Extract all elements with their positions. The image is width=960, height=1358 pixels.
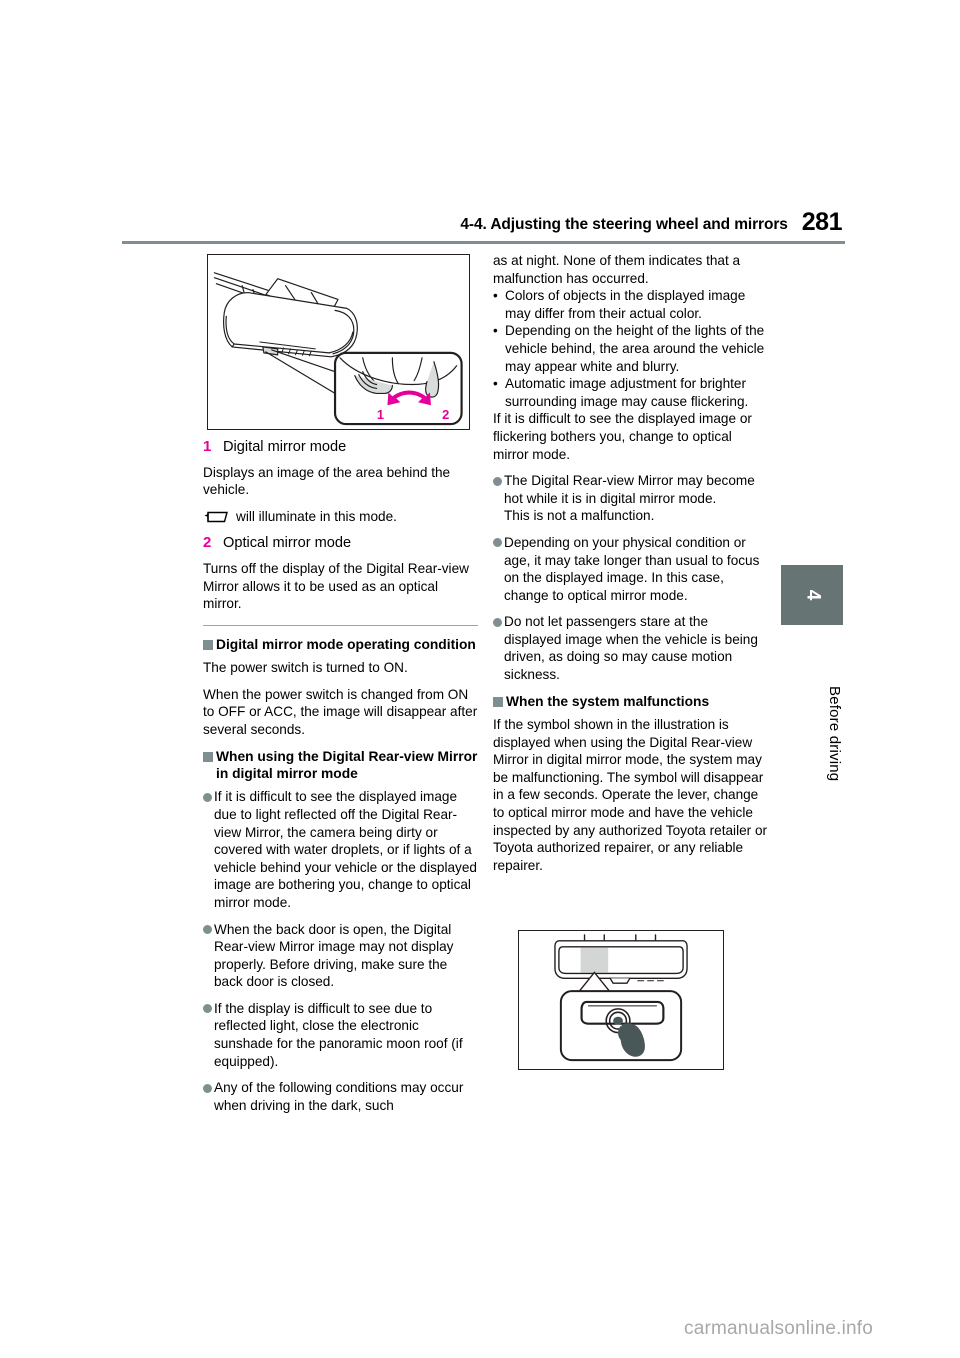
heading-system-malfunctions: When the system malfunctions	[493, 693, 768, 710]
sub-list-item-text: Colors of objects in the displayed image…	[505, 288, 746, 321]
indicator-icon-line: will illuminate in this mode.	[203, 508, 478, 526]
list-item: The Digital Rear-view Mirror may become …	[493, 472, 768, 507]
page-header: 4-4. Adjusting the steering wheel and mi…	[122, 200, 843, 236]
list-item-text: The Digital Rear-view Mirror may become …	[504, 473, 755, 506]
heading-when-using-mirror: When using the Digital Rear-view Mirror …	[203, 748, 478, 783]
paragraph-malfunction-body: If the symbol shown in the illustration …	[493, 717, 768, 873]
round-bullet-icon	[493, 617, 502, 627]
chapter-tab-label: Before driving	[826, 686, 843, 782]
left-text-column: 1 Digital mirror mode Displays an image …	[203, 252, 478, 1123]
heading-text: When the system malfunctions	[506, 693, 710, 709]
square-bullet-icon	[493, 696, 503, 707]
list-item-digital-mirror-mode: 1 Digital mirror mode	[203, 438, 478, 457]
paragraph-optical-mirror-body: Turns off the display of the Digital Rea…	[203, 560, 469, 612]
list-item: When the back door is open, the Digital …	[203, 921, 478, 991]
round-bullet-icon	[493, 538, 502, 548]
page-title: 4-4. Adjusting the steering wheel and mi…	[460, 216, 788, 233]
page-number: 281	[801, 208, 843, 236]
list-item-text: Do not let passengers stare at the displ…	[504, 614, 758, 683]
figure-spacer	[203, 252, 478, 438]
site-watermark: carmanualsonline.info	[684, 1318, 874, 1339]
right-text-column: as at night. None of them indicates that…	[493, 252, 768, 883]
paragraph-continued: as at night. None of them indicates that…	[493, 253, 741, 286]
chapter-tab: 4	[781, 565, 843, 625]
indicator-icon-caption: will illuminate in this mode.	[236, 508, 397, 524]
square-bullet-icon	[203, 639, 213, 650]
paragraph-digital-mirror-body: Displays an image of the area behind the…	[203, 464, 451, 498]
paragraph-oc-1: The power switch is turned to ON.	[203, 660, 408, 676]
paragraph-not-a-malfunction: This is not a malfunction.	[504, 508, 655, 524]
sub-list-item: • Automatic image adjustment for brighte…	[493, 375, 768, 410]
list-item-text: Any of the following conditions may occu…	[214, 1080, 464, 1113]
section-divider	[203, 624, 478, 626]
list-item: If it is difficult to see the displayed …	[203, 788, 478, 911]
list-item: Do not let passengers stare at the displ…	[493, 613, 768, 683]
list-item: If the display is difficult to see due t…	[203, 1000, 478, 1070]
sub-list-item: • Depending on the height of the lights …	[493, 322, 768, 375]
sub-list-item-text: Automatic image adjustment for brighter …	[505, 376, 749, 409]
square-bullet-icon	[203, 751, 213, 762]
round-bullet-icon	[203, 1083, 212, 1093]
round-bullet-icon	[203, 925, 212, 934]
list-item-text: If the display is difficult to see due t…	[214, 1000, 463, 1069]
round-bullet-icon	[203, 1004, 212, 1014]
list-item-text: When the back door is open, the Digital …	[214, 921, 454, 990]
sub-list-item-text: Depending on the height of the lights of…	[505, 323, 765, 374]
list-number: 2	[203, 534, 212, 552]
list-label: Optical mirror mode	[223, 535, 352, 552]
digital-mirror-indicator-icon	[203, 509, 229, 524]
list-item-text: Depending on your physical condition or …	[504, 534, 760, 603]
dot-bullet-icon: •	[493, 323, 498, 339]
paragraph-after-sub-bullets: If it is difficult to see the displayed …	[493, 411, 752, 462]
dot-bullet-icon: •	[493, 376, 498, 392]
heading-operating-condition: Digital mirror mode operating condition	[203, 636, 478, 653]
list-item-optical-mirror-mode: 2 Optical mirror mode	[203, 534, 478, 553]
malfunction-symbol-illustration	[518, 930, 724, 1070]
round-bullet-icon	[203, 792, 212, 802]
list-item-text: If it is difficult to see the displayed …	[214, 789, 477, 910]
list-item: Depending on your physical condition or …	[493, 534, 768, 604]
round-bullet-icon	[493, 476, 502, 486]
heading-text: When using the Digital Rear-view Mirror …	[216, 748, 478, 781]
chapter-tab-number: 4	[801, 589, 823, 601]
header-divider	[122, 241, 845, 244]
dot-bullet-icon: •	[493, 288, 498, 304]
list-number: 1	[203, 438, 212, 455]
heading-text: Digital mirror mode operating condition	[216, 636, 476, 652]
sub-list-item: • Colors of objects in the displayed ima…	[493, 287, 768, 322]
list-item: Any of the following conditions may occu…	[203, 1079, 478, 1114]
list-label: Digital mirror mode	[223, 439, 347, 455]
paragraph-oc-2: When the power switch is changed from ON…	[203, 686, 478, 737]
